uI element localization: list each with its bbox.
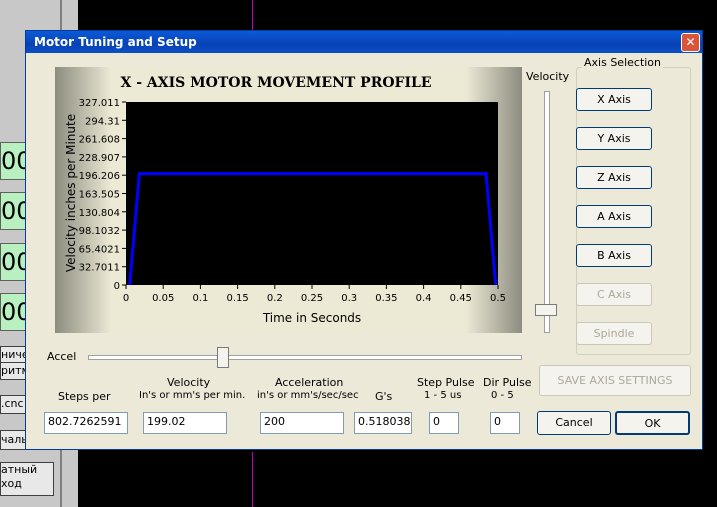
step-pulse-input[interactable]: 0	[429, 412, 459, 434]
y-tick-label: 228.907	[79, 153, 120, 164]
velocity-sublabel: In's or mm's per min.	[139, 390, 246, 401]
y-axis-ticks: 0 32.7011 65.4021 98.1032 130.804 163.505 196.…	[79, 98, 126, 292]
x-tick-label: 0.15	[226, 293, 248, 304]
step-pulse-sublabel: 1 - 5 us	[424, 390, 462, 401]
dir-pulse-input[interactable]: 0	[490, 412, 520, 434]
spindle-button[interactable]: Spindle	[576, 322, 652, 345]
y-tick-label: 98.1032	[79, 226, 120, 237]
steps-per-input[interactable]: 802.7262591	[44, 412, 128, 434]
acceleration-sublabel: in's or mm's/sec/sec	[257, 390, 359, 401]
accel-slider-track[interactable]	[88, 355, 522, 360]
y-tick-label: 130.804	[79, 208, 120, 219]
x-tick-label: 0.1	[192, 293, 208, 304]
accel-slider-thumb[interactable]	[216, 347, 229, 368]
velocity-slider-thumb[interactable]	[535, 303, 557, 316]
x-tick-label: 0.25	[301, 293, 323, 304]
x-tick-label: 0.5	[490, 293, 506, 304]
motion-profile-chart: X - AXIS MOTOR MOVEMENT PROFILE 0 32.7011…	[55, 67, 522, 333]
velocity-input[interactable]: 199.02	[143, 412, 227, 434]
background-guide-line	[252, 0, 253, 30]
gs-input[interactable]: 0.5180380	[354, 412, 412, 434]
x-tick-label: 0	[123, 293, 129, 304]
x-tick-label: 0.3	[341, 293, 357, 304]
x-tick-label: 0.45	[450, 293, 472, 304]
velocity-label: Velocity	[167, 376, 211, 389]
velocity-slider-track[interactable]	[544, 91, 550, 333]
y-tick-label: 0	[114, 281, 120, 292]
cancel-button[interactable]: Cancel	[537, 411, 611, 435]
background-button[interactable]: ритм	[0, 362, 26, 380]
window-title: Motor Tuning and Setup	[34, 35, 197, 49]
a-axis-button[interactable]: A Axis	[576, 205, 652, 228]
acceleration-label: Acceleration	[275, 376, 344, 389]
y-tick-label: 294.31	[85, 116, 120, 127]
y-tick-label: 327.011	[79, 98, 120, 109]
x-tick-label: 0.4	[416, 293, 432, 304]
y-axis-label: Velocity inches per Minute	[64, 114, 78, 272]
z-axis-button[interactable]: Z Axis	[576, 166, 652, 189]
ok-button[interactable]: OK	[615, 411, 690, 435]
background-button[interactable]: атный ход	[0, 462, 54, 496]
dir-pulse-sublabel: 0 - 5	[491, 390, 514, 401]
x-axis-ticks: 0 0.05 0.1 0.15 0.2 0.25 0.3 0.35 0.4 0.45 0.5	[123, 285, 506, 304]
x-tick-label: 0.35	[375, 293, 397, 304]
step-pulse-label: Step Pulse	[417, 376, 475, 389]
y-tick-label: 32.7011	[79, 263, 120, 274]
c-axis-button[interactable]: C Axis	[576, 283, 652, 306]
y-tick-label: 196.206	[79, 171, 120, 182]
background-guide-line	[252, 452, 253, 507]
dir-pulse-label: Dir Pulse	[483, 376, 532, 389]
background-button[interactable]: .cnc	[0, 395, 26, 414]
gs-label: G's	[375, 390, 393, 403]
steps-per-label: Steps per	[58, 390, 111, 403]
velocity-slider-label: Velocity	[526, 70, 570, 83]
plot-area	[126, 102, 498, 285]
y-tick-label: 65.4021	[79, 244, 120, 255]
close-icon: ✕	[685, 35, 696, 49]
x-tick-label: 0.2	[267, 293, 283, 304]
motor-tuning-dialog: Motor Tuning and Setup ✕ X - AXIS MOTOR …	[25, 30, 703, 450]
chart-canvas: X - AXIS MOTOR MOVEMENT PROFILE 0 32.7011…	[64, 75, 506, 325]
axis-selection-label: Axis Selection	[582, 56, 664, 69]
x-tick-label: 0.05	[152, 293, 174, 304]
save-axis-settings-button[interactable]: SAVE AXIS SETTINGS	[539, 365, 691, 396]
y-tick-label: 261.608	[79, 135, 120, 146]
accel-slider-label: Accel	[47, 350, 77, 363]
chart-title: X - AXIS MOTOR MOVEMENT PROFILE	[120, 75, 431, 91]
close-button[interactable]: ✕	[681, 33, 700, 52]
title-bar[interactable]: Motor Tuning and Setup ✕	[26, 31, 702, 53]
x-axis-label: Time in Seconds	[262, 311, 361, 325]
y-tick-label: 163.505	[79, 190, 120, 201]
b-axis-button[interactable]: B Axis	[576, 244, 652, 267]
acceleration-input[interactable]: 200	[260, 412, 344, 434]
y-axis-button[interactable]: Y Axis	[576, 127, 652, 150]
x-axis-button[interactable]: X Axis	[576, 88, 652, 111]
